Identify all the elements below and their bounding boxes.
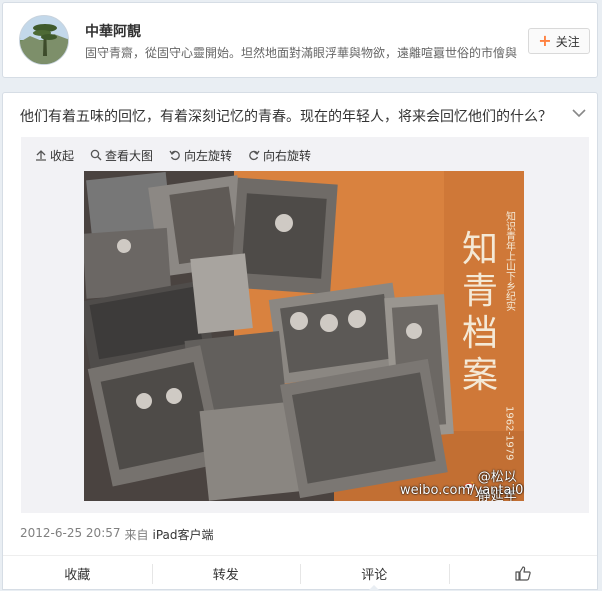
post-source[interactable]: iPad客户端 bbox=[153, 526, 214, 543]
book-title-char-1: 知 bbox=[462, 229, 498, 270]
rotate-left-icon bbox=[169, 150, 180, 161]
book-title-char-4: 案 bbox=[462, 355, 498, 396]
collapse-label: 收起 bbox=[50, 148, 75, 163]
rotate-right-label: 向右旋转 bbox=[263, 148, 312, 163]
media-box: 收起 查看大图 向左旋转 向右旋转 知 青 档 案 知识青年上山下乡纪实 196… bbox=[21, 137, 589, 513]
follow-button[interactable]: + 关注 bbox=[528, 28, 590, 54]
profile-bio: 固守青齋，從固守心靈開始。坦然地面對滿眼浮華與物欲，遠離喧囂世俗的市儈與 bbox=[85, 46, 518, 60]
collapse-button[interactable]: 收起 bbox=[35, 147, 74, 164]
favorite-button[interactable]: 收藏 bbox=[3, 556, 152, 591]
avatar[interactable] bbox=[19, 15, 69, 65]
rotate-right-button[interactable]: 向右旋转 bbox=[248, 147, 311, 164]
plus-icon: + bbox=[538, 31, 552, 50]
chevron-down-icon[interactable] bbox=[569, 103, 589, 123]
thumbs-up-icon bbox=[515, 566, 531, 581]
profile-name[interactable]: 中華阿靚 bbox=[85, 21, 141, 41]
post-meta: 2012-6-25 20:57 来自 iPad客户端 bbox=[20, 526, 214, 543]
rotate-left-button[interactable]: 向左旋转 bbox=[169, 147, 232, 164]
profile-card: 中華阿靚 固守青齋，從固守心靈開始。坦然地面對滿眼浮華與物欲，遠離喧囂世俗的市儈… bbox=[2, 2, 598, 78]
post-timestamp[interactable]: 2012-6-25 20:57 bbox=[20, 526, 121, 543]
post-card: 他们有着五味的回忆，有着深刻记忆的青春。现在的年轻人，将来会回忆他们的什么？ 收… bbox=[2, 92, 598, 591]
favorite-label: 收藏 bbox=[64, 568, 91, 583]
comment-label: 评论 bbox=[361, 568, 388, 583]
like-button[interactable] bbox=[448, 556, 598, 591]
view-large-button[interactable]: 查看大图 bbox=[90, 147, 153, 164]
rotate-left-label: 向左旋转 bbox=[184, 148, 233, 163]
collapse-icon bbox=[36, 150, 46, 161]
media-toolbar: 收起 查看大图 向左旋转 向右旋转 bbox=[35, 145, 311, 165]
post-photo[interactable]: 知 青 档 案 知识青年上山下乡纪实 1962-1979 @松以静延年 weib… bbox=[84, 171, 524, 501]
book-title-char-3: 档 bbox=[462, 313, 498, 354]
source-prefix: 来自 bbox=[124, 528, 149, 542]
post-text: 他们有着五味的回忆，有着深刻记忆的青春。现在的年轻人，将来会回忆他们的什么？ bbox=[20, 109, 552, 125]
book-subtitle: 知识青年上山下乡纪实 bbox=[504, 210, 516, 312]
view-large-label: 查看大图 bbox=[105, 148, 154, 163]
book-years: 1962-1979 bbox=[504, 406, 515, 461]
rotate-right-icon bbox=[249, 150, 260, 161]
repost-button[interactable]: 转发 bbox=[151, 556, 301, 591]
repost-label: 转发 bbox=[212, 568, 239, 583]
follow-label: 关注 bbox=[555, 34, 580, 49]
comment-button[interactable]: 评论 bbox=[300, 556, 449, 591]
watermark-url: weibo.com/yantai001 bbox=[400, 483, 524, 498]
action-bar: 收藏 转发 评论 bbox=[3, 555, 597, 591]
search-icon bbox=[90, 149, 102, 161]
book-title-char-2: 青 bbox=[462, 271, 498, 312]
